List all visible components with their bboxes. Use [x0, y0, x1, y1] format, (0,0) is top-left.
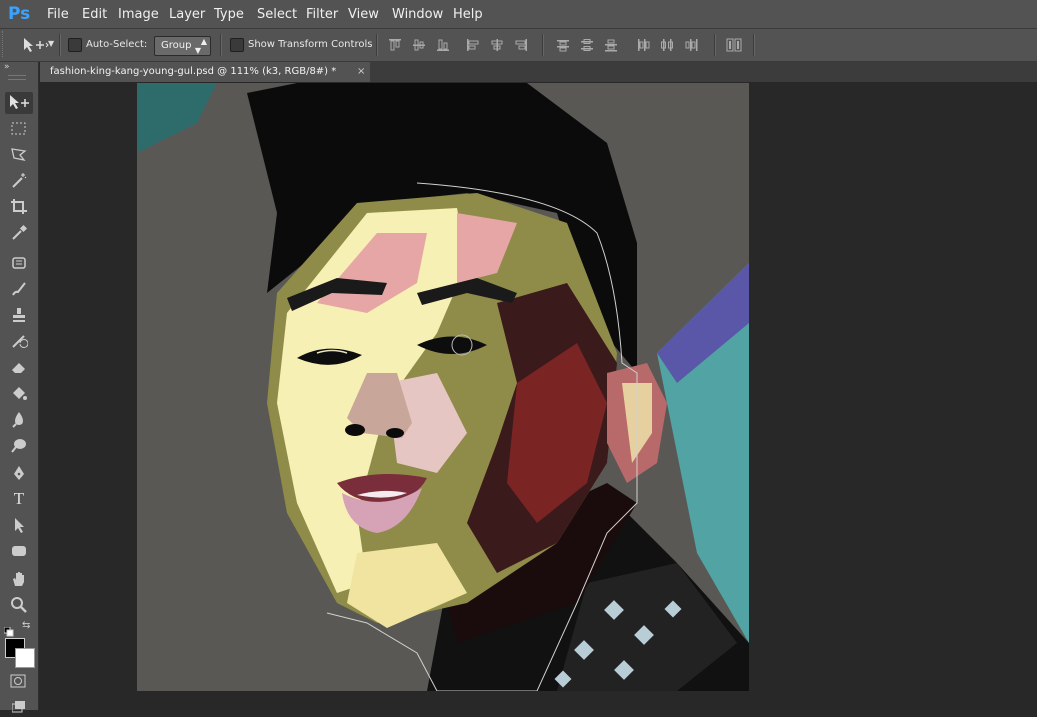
magic-wand-icon [12, 173, 27, 188]
document-tab[interactable]: fashion-king-kang-young-gul.psd @ 111% (… [40, 62, 370, 82]
menu-select[interactable]: Select [257, 7, 297, 22]
move-icon [10, 95, 29, 109]
options-grip [2, 31, 6, 57]
move-tool[interactable] [5, 92, 33, 114]
menu-file[interactable]: File [47, 7, 69, 22]
marquee-icon [11, 122, 26, 135]
distribute-left-icon[interactable] [636, 38, 650, 52]
align-top-icon[interactable] [388, 38, 402, 52]
align-bottom-icon[interactable] [436, 38, 450, 52]
paint-bucket-icon [13, 387, 27, 400]
blur-icon [12, 412, 23, 428]
menu-edit[interactable]: Edit [82, 7, 107, 22]
eraser-tool[interactable] [5, 356, 33, 378]
menu-layer[interactable]: Layer [169, 7, 205, 22]
zoom-icon [11, 597, 27, 613]
spot-healing-tool[interactable] [5, 252, 33, 274]
dodge-tool[interactable] [5, 434, 33, 456]
align-horizontal-center-icon[interactable] [490, 38, 504, 52]
paint-bucket-tool[interactable] [5, 382, 33, 404]
dodge-icon [11, 439, 26, 453]
options-separator [376, 34, 378, 56]
tools-panel: » T ⇆ [0, 62, 39, 713]
zoom-tool[interactable] [5, 594, 33, 616]
pen-icon [14, 466, 24, 480]
options-bar: ▼ Auto-Select: Group ▲ ▼ Show Transform C… [0, 29, 1037, 62]
quick-mask-icon[interactable] [10, 673, 26, 692]
clone-stamp-tool[interactable] [5, 304, 33, 326]
hand-icon [13, 572, 24, 586]
menu-view[interactable]: View [348, 7, 379, 22]
screen-mode-icon[interactable] [11, 698, 26, 717]
preset-dropdown-arrow-icon[interactable]: ▼ [48, 39, 54, 48]
magic-wand-tool[interactable] [5, 170, 33, 192]
distribute-horizontal-center-icon[interactable] [660, 38, 674, 52]
auto-select-label: Auto-Select: [86, 39, 148, 50]
posterized-portrait-image [137, 83, 749, 691]
menu-help[interactable]: Help [453, 7, 483, 22]
lasso-icon [11, 148, 27, 161]
align-right-icon[interactable] [514, 38, 528, 52]
options-separator [714, 34, 716, 56]
align-left-icon[interactable] [466, 38, 480, 52]
menu-filter[interactable]: Filter [306, 7, 338, 22]
distribute-bottom-icon[interactable] [604, 38, 618, 52]
show-transform-label: Show Transform Controls [248, 39, 373, 50]
options-separator [220, 34, 222, 56]
history-brush-tool[interactable] [5, 330, 33, 352]
spot-healing-icon [12, 257, 26, 269]
eyedropper-tool[interactable] [5, 222, 33, 244]
auto-select-value: Group [161, 40, 192, 51]
eraser-icon [12, 363, 25, 373]
document-tab-title: fashion-king-kang-young-gul.psd @ 111% (… [50, 66, 337, 77]
auto-select-checkbox[interactable] [68, 38, 82, 52]
auto-align-layers-icon[interactable] [726, 38, 742, 52]
close-tab-icon[interactable]: × [357, 62, 365, 82]
distribute-top-icon[interactable] [556, 38, 570, 52]
menu-window[interactable]: Window [392, 7, 443, 22]
options-separator [542, 34, 544, 56]
crop-icon [11, 199, 27, 214]
menu-type[interactable]: Type [214, 7, 244, 22]
collapse-panel-icon[interactable]: » [4, 62, 10, 72]
distribute-vertical-center-icon[interactable] [580, 38, 594, 52]
stepper-arrows-icon: ▲ ▼ [194, 37, 207, 55]
tool-preset-move-icon[interactable] [22, 36, 50, 58]
type-tool[interactable]: T [5, 488, 33, 510]
crop-tool[interactable] [5, 196, 33, 218]
brush-icon [12, 282, 26, 296]
history-brush-icon [12, 335, 28, 348]
clone-stamp-icon [13, 308, 25, 322]
eyedropper-icon [12, 224, 28, 240]
menu-bar: Ps File Edit Image Layer Type Select Fil… [0, 0, 1037, 29]
lasso-tool[interactable] [5, 144, 33, 166]
background-color-swatch[interactable] [15, 648, 35, 668]
document-canvas-image[interactable] [137, 83, 749, 691]
align-vertical-center-icon[interactable] [412, 38, 426, 52]
distribute-right-icon[interactable] [684, 38, 698, 52]
shape-icon [12, 546, 26, 556]
pen-tool[interactable] [5, 462, 33, 484]
hand-tool[interactable] [5, 568, 33, 590]
panel-grip [8, 75, 26, 80]
options-separator [59, 34, 61, 56]
path-selection-tool[interactable] [5, 514, 33, 536]
blur-tool[interactable] [5, 408, 33, 430]
auto-select-dropdown[interactable]: Group ▲ ▼ [154, 36, 211, 56]
swap-colors-icon[interactable]: ⇆ [22, 620, 30, 631]
document-tabs: fashion-king-kang-young-gul.psd @ 111% (… [40, 62, 1037, 82]
shape-tool[interactable] [5, 540, 33, 562]
app-logo: Ps [8, 4, 31, 24]
path-selection-icon [15, 518, 24, 533]
marquee-tool[interactable] [5, 118, 33, 140]
menu-image[interactable]: Image [118, 7, 159, 22]
show-transform-checkbox[interactable] [230, 38, 244, 52]
options-separator [753, 34, 755, 56]
brush-tool[interactable] [5, 278, 33, 300]
